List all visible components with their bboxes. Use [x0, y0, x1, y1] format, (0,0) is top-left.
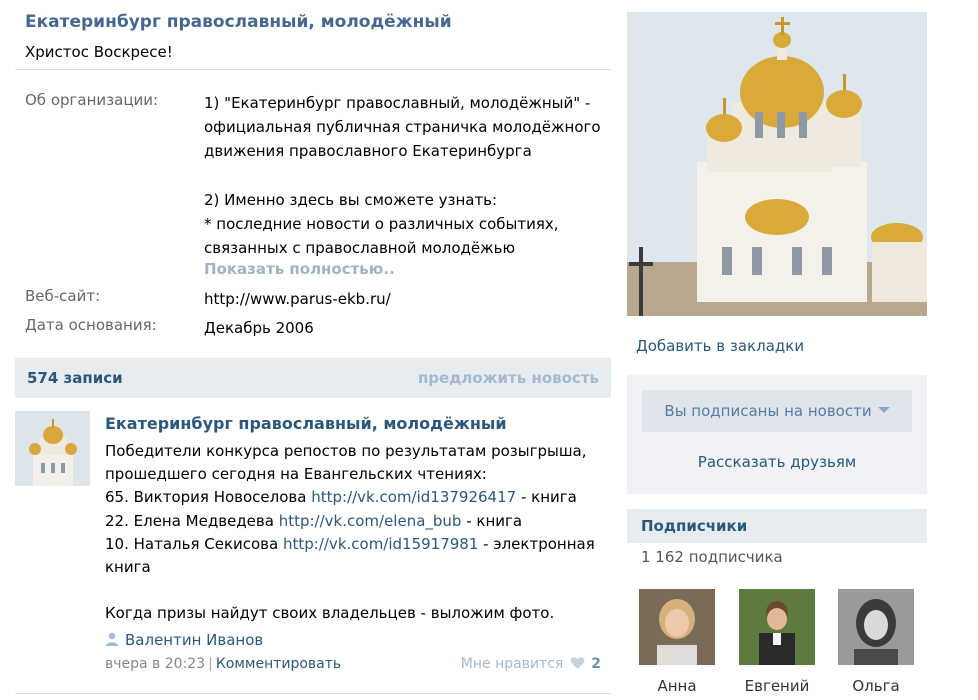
post-text: Победители конкурса репостов по результа…	[105, 440, 605, 626]
post-text-segment: 22. Елена Медведева	[105, 511, 279, 530]
caret-down-icon	[877, 407, 890, 413]
post-author-avatar[interactable]	[15, 411, 90, 486]
user-icon	[106, 632, 118, 646]
meta-separator: |	[208, 656, 213, 672]
subscribers-header[interactable]: Подписчики	[627, 509, 927, 543]
website-link[interactable]: http://www.parus-ekb.ru/	[204, 287, 604, 311]
about-line	[204, 164, 604, 188]
subscribers-title[interactable]: Подписчики	[641, 517, 747, 535]
post-line: книга	[105, 556, 605, 579]
like-label: Мне нравится	[460, 656, 564, 672]
like-count: 2	[591, 656, 601, 672]
post-text-segment: - книга	[516, 488, 577, 507]
post-meta: вчера в 20:23 | Комментировать	[105, 656, 341, 672]
post-text-segment: Когда призы найдут своих владельцев - вы…	[105, 604, 555, 623]
add-bookmark-link[interactable]: Добавить в закладки	[636, 337, 804, 355]
post-line: 22. Елена Медведева http://vk.com/elena_…	[105, 510, 605, 533]
post-text-segment: 65. Виктория Новоселова	[105, 488, 312, 507]
info-about-text: 1) "Екатеринбург православный, молодёжны…	[204, 91, 604, 260]
subscribed-button-label: Вы подписаны на новости	[664, 402, 872, 420]
post-line: 10. Наталья Секисова http://vk.com/id159…	[105, 533, 605, 556]
profile-link[interactable]: http://vk.com/id137926417	[311, 488, 516, 506]
subscriber-item[interactable]: Анна	[639, 589, 715, 695]
post-line: 65. Виктория Новоселова http://vk.com/id…	[105, 486, 605, 509]
subscribers-count: 1 162 подписчика	[641, 548, 783, 566]
post-author-link[interactable]: Екатеринбург православный, молодёжный	[105, 414, 507, 433]
cathedral-photo-icon	[627, 12, 927, 316]
subscription-box: Вы подписаны на новости Рассказать друзь…	[627, 375, 927, 494]
post-text-segment: Победители конкурса репостов по результа…	[105, 442, 587, 460]
subscriber-name[interactable]: Ольга	[838, 677, 914, 695]
page-title: Екатеринбург православный, молодёжный	[25, 12, 452, 32]
profile-link[interactable]: http://vk.com/id15917981	[283, 535, 478, 553]
about-line: движения православного Екатеринбурга	[204, 142, 532, 161]
post-signer-name[interactable]: Валентин Иванов	[125, 631, 263, 649]
about-line: официальная публичная страничка молодёжн…	[204, 118, 601, 137]
avatar[interactable]	[639, 589, 715, 665]
person-photo-icon	[739, 589, 815, 665]
post-text-segment: 10. Наталья Секисова	[105, 534, 283, 553]
post-line: Победители конкурса репостов по результа…	[105, 440, 605, 463]
post-text-segment: - книга	[461, 511, 523, 530]
avatar[interactable]	[838, 589, 914, 665]
show-more-link[interactable]: Показать полностью..	[204, 260, 395, 278]
subscriber-item[interactable]: Ольга	[838, 589, 914, 695]
info-about-label: Об организации:	[25, 91, 159, 109]
subscriber-item[interactable]: Евгений	[739, 589, 815, 695]
post-text-segment: прошедшего сегодня на Евангельских чтени…	[105, 465, 487, 484]
profile-link[interactable]: http://vk.com/elena_bub	[279, 512, 462, 530]
post-line	[105, 579, 605, 602]
tell-friends-link[interactable]: Рассказать друзьям	[627, 453, 927, 471]
wall-post-count[interactable]: 574 записи	[27, 369, 123, 387]
comment-link[interactable]: Комментировать	[216, 656, 341, 672]
subscriber-name[interactable]: Анна	[639, 677, 715, 695]
post-signer[interactable]: Валентин Иванов	[105, 631, 263, 649]
about-line: 1) "Екатеринбург православный, молодёжны…	[204, 94, 591, 112]
suggest-news-link[interactable]: предложить новость	[418, 369, 599, 387]
about-line: связанных с православной молодёжью	[204, 239, 516, 258]
post-time[interactable]: вчера в 20:23	[105, 656, 205, 672]
post-line: Когда призы найдут своих владельцев - вы…	[105, 602, 605, 625]
divider	[15, 693, 611, 694]
heart-icon	[570, 657, 585, 669]
avatar[interactable]	[739, 589, 815, 665]
divider	[15, 69, 611, 70]
page-status: Христос Воскресе!	[25, 43, 173, 61]
info-founded-value: Декабрь 2006	[204, 319, 314, 337]
post-line: прошедшего сегодня на Евангельских чтени…	[105, 463, 605, 486]
about-line: 2) Именно здесь вы сможете узнать:	[204, 190, 498, 209]
person-photo-icon	[838, 589, 914, 665]
subscribed-button[interactable]: Вы подписаны на новости	[642, 390, 912, 432]
post-text-segment: книга	[105, 557, 151, 576]
person-photo-icon	[639, 589, 715, 665]
info-founded-label: Дата основания:	[25, 316, 157, 334]
about-line: * последние новости о различных событиях…	[204, 214, 559, 233]
wall-header: 574 записи предложить новость	[15, 358, 611, 398]
subscriber-name[interactable]: Евгений	[739, 677, 815, 695]
info-website-label: Веб-сайт:	[25, 287, 101, 305]
post-text-segment: - электронная	[478, 534, 595, 553]
church-thumbnail-icon	[15, 411, 90, 486]
community-cover-photo[interactable]	[627, 12, 927, 316]
like-button[interactable]: Мне нравится 2	[461, 656, 601, 672]
